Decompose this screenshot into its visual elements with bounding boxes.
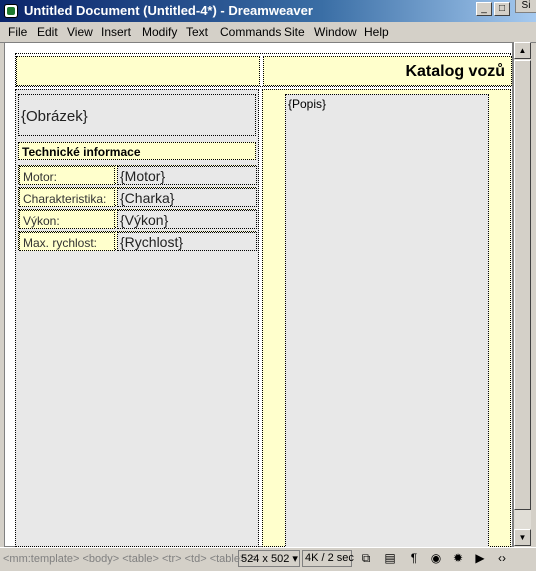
scroll-thumb[interactable]	[514, 60, 531, 510]
background-window-peek: Si	[515, 0, 536, 13]
template-layout: Katalog vozů {Obrázek} Technické informa…	[15, 53, 512, 548]
spec-row-charakteristika: Charakteristika: {Charka}	[18, 187, 257, 207]
spec-label-cell[interactable]: Max. rychlost:	[19, 232, 115, 251]
description-cell[interactable]: {Popis}	[285, 94, 489, 548]
timeline-icon[interactable]: ▶	[472, 551, 488, 566]
spec-value-cell[interactable]: {Rychlost}	[117, 232, 257, 251]
menu-window[interactable]: Window	[314, 25, 357, 39]
menu-edit[interactable]: Edit	[37, 25, 58, 39]
spec-row-motor: Motor: {Motor}	[18, 165, 257, 185]
page-title: Katalog vozů	[405, 63, 505, 80]
spec-value: {Výkon}	[120, 212, 169, 228]
spec-value-cell[interactable]: {Výkon}	[117, 210, 257, 229]
document-window[interactable]: Katalog vozů {Obrázek} Technické informa…	[4, 42, 513, 548]
spec-label: Max. rychlost:	[23, 236, 98, 250]
vertical-scrollbar[interactable]: ▲ ▼	[513, 42, 531, 547]
title-bar: Untitled Document (Untitled-4*) - Dreamw…	[0, 0, 536, 22]
spec-label: Charakteristika:	[23, 192, 107, 206]
scroll-down-icon[interactable]: ▼	[514, 529, 531, 546]
assets-icon[interactable]: ▤	[382, 551, 398, 566]
css-styles-icon[interactable]: ◉	[428, 551, 444, 566]
status-bar: <mm:template> <body> <table> <tr> <td> <…	[0, 547, 536, 571]
menu-modify[interactable]: Modify	[142, 25, 177, 39]
spec-row-rychlost: Max. rychlost: {Rychlost}	[18, 231, 257, 251]
description-placeholder: {Popis}	[288, 97, 327, 111]
menu-file[interactable]: File	[8, 25, 27, 39]
spec-label: Motor:	[23, 170, 58, 184]
spec-value-cell[interactable]: {Charka}	[117, 188, 257, 207]
maximize-icon[interactable]: □	[494, 2, 510, 16]
image-placeholder-cell[interactable]: {Obrázek}	[18, 94, 256, 136]
spec-value: {Motor}	[120, 168, 166, 184]
header-title-cell[interactable]: Katalog vozů	[263, 56, 512, 86]
left-column[interactable]: {Obrázek} Technické informace Motor: {Mo…	[15, 89, 259, 547]
menu-help[interactable]: Help	[364, 25, 389, 39]
spec-label: Výkon:	[23, 214, 60, 228]
spec-value-cell[interactable]: {Motor}	[117, 166, 257, 185]
menu-text[interactable]: Text	[186, 25, 208, 39]
scroll-up-icon[interactable]: ▲	[514, 42, 531, 59]
menu-site[interactable]: Site	[284, 25, 305, 39]
behaviors-icon[interactable]: ✹	[450, 551, 466, 566]
window-title: Untitled Document (Untitled-4*) - Dreamw…	[24, 3, 313, 18]
header-row: Katalog vozů	[15, 53, 512, 87]
menu-insert[interactable]: Insert	[101, 25, 131, 39]
header-left-cell[interactable]	[16, 56, 260, 86]
html-styles-icon[interactable]: ¶	[406, 551, 422, 566]
download-time: 4K / 2 sec	[302, 550, 354, 567]
minimize-icon[interactable]: _	[476, 2, 492, 16]
spec-label-cell[interactable]: Charakteristika:	[19, 188, 115, 207]
tech-heading-cell[interactable]: Technické informace	[18, 142, 256, 160]
html-source-icon[interactable]: ‹›	[494, 551, 510, 566]
spec-label-cell[interactable]: Výkon:	[19, 210, 115, 229]
menu-commands[interactable]: Commands	[220, 25, 281, 39]
right-column[interactable]: {Popis}	[262, 89, 511, 548]
dreamweaver-icon	[4, 4, 18, 18]
image-placeholder: {Obrázek}	[21, 108, 88, 125]
tag-selector[interactable]: <mm:template> <body> <table> <tr> <td> <…	[3, 553, 256, 565]
spec-label-cell[interactable]: Motor:	[19, 166, 115, 185]
menu-view[interactable]: View	[67, 25, 93, 39]
spec-value: {Charka}	[120, 190, 175, 206]
menu-bar: File Edit View Insert Modify Text Comman…	[0, 22, 536, 43]
tech-heading: Technické informace	[22, 145, 141, 159]
spec-value: {Rychlost}	[120, 234, 184, 250]
window-size-dropdown[interactable]: 524 x 502 ▾	[238, 550, 300, 567]
spec-row-vykon: Výkon: {Výkon}	[18, 209, 257, 229]
site-icon[interactable]: ⧉	[358, 551, 374, 566]
